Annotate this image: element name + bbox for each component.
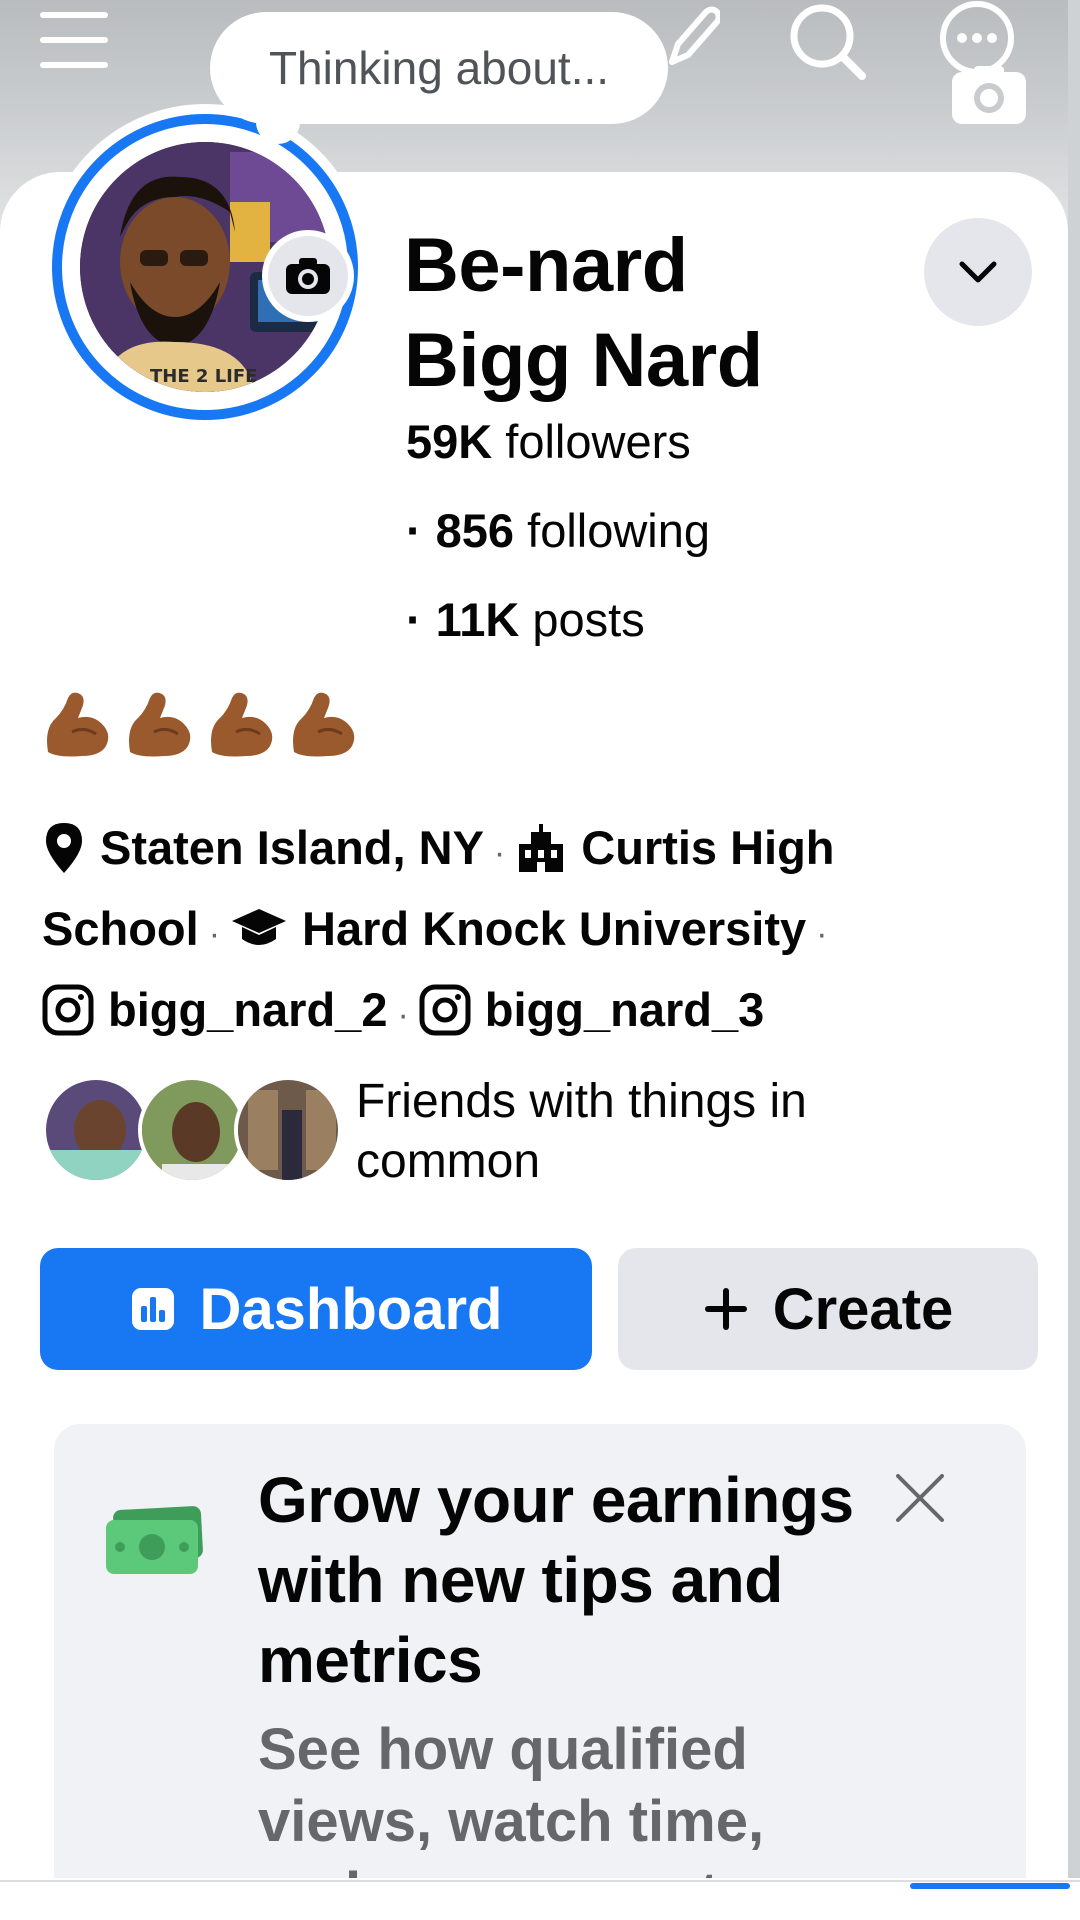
following-value: 856: [435, 504, 515, 557]
posts-count[interactable]: · 11K posts: [406, 592, 645, 648]
followers-count[interactable]: 59K followers: [406, 414, 691, 470]
dashboard-label: Dashboard: [199, 1276, 503, 1342]
divider: [0, 1880, 1080, 1882]
school-building-icon: [519, 823, 564, 872]
flexed-biceps-icon: [293, 692, 355, 757]
bullet: ·: [406, 504, 422, 557]
camera-icon: [286, 258, 330, 294]
details-line-2: School · Hard Knock University ·: [42, 891, 1022, 972]
dashboard-bars-icon: [131, 1288, 174, 1330]
status-prompt-text: Thinking about...: [268, 42, 610, 94]
plus-icon: [704, 1288, 747, 1330]
pencil-icon[interactable]: [664, 4, 720, 70]
high-school-text-part-2[interactable]: School: [42, 902, 199, 955]
status-prompt-bubble[interactable]: Thinking about...: [210, 12, 668, 124]
instagram-handle-2[interactable]: bigg_nard_3: [485, 983, 764, 1036]
separator: ·: [816, 915, 828, 953]
avatar-camera-button[interactable]: [262, 230, 354, 322]
profile-details: Staten Island, NY · Curtis High School · Har…: [42, 810, 1022, 1053]
graduation-cap-icon: [232, 908, 287, 945]
followers-label: followers: [505, 415, 691, 468]
friend-avatar: [138, 1076, 246, 1184]
following-count[interactable]: · 856 following: [406, 503, 710, 559]
bullet: ·: [406, 593, 422, 646]
profile-name: Be-nard Bigg Nard: [404, 218, 763, 408]
menu-icon[interactable]: [40, 12, 108, 72]
posts-label: posts: [532, 593, 645, 646]
create-label: Create: [772, 1276, 954, 1342]
instagram-icon: [419, 984, 471, 1036]
flexed-biceps-icon: [129, 692, 191, 757]
posts-value: 11K: [435, 593, 520, 646]
followers-value: 59K: [406, 415, 493, 468]
instagram-handle-1[interactable]: bigg_nard_2: [108, 983, 387, 1036]
create-button[interactable]: Create: [618, 1248, 1038, 1370]
university-text[interactable]: Hard Knock University: [302, 902, 806, 955]
profile-name-line-1: Be-nard: [404, 223, 688, 308]
instagram-icon: [42, 984, 94, 1036]
friends-in-common[interactable]: Friends with things in common: [42, 1072, 1042, 1188]
separator: ·: [397, 996, 409, 1034]
chevron-down-icon: [959, 261, 997, 283]
profile-name-line-2: Bigg Nard: [404, 318, 763, 403]
active-tab-indicator: [910, 1883, 1070, 1889]
close-icon[interactable]: [894, 1472, 946, 1524]
scroll-edge: [1068, 0, 1080, 1920]
flexed-biceps-icon: [211, 692, 273, 757]
svg-text:THE 2 LIFE: THE 2 LIFE: [150, 366, 257, 387]
search-icon[interactable]: [786, 0, 870, 84]
earnings-tips-card[interactable]: Grow your earnings with new tips and met…: [54, 1424, 1026, 1920]
details-line-1: Staten Island, NY · Curtis High: [42, 810, 1022, 891]
separator: ·: [493, 834, 506, 872]
location-pin-icon: [46, 822, 82, 873]
flexed-biceps-icon: [47, 692, 109, 757]
friend-avatar: [234, 1076, 342, 1184]
dashboard-button[interactable]: Dashboard: [40, 1248, 592, 1370]
friends-text: Friends with things in common: [356, 1075, 807, 1188]
card-title: Grow your earnings with new tips and met…: [258, 1464, 854, 1696]
bio-emoji: [42, 688, 360, 760]
high-school-text-part-1[interactable]: Curtis High: [581, 821, 834, 874]
location-text[interactable]: Staten Island, NY: [100, 821, 484, 874]
profile-options-button[interactable]: [924, 218, 1032, 326]
separator: ·: [208, 915, 221, 953]
camera-icon[interactable]: [950, 64, 1028, 126]
following-label: following: [527, 504, 711, 557]
money-icon: [106, 1506, 203, 1574]
friend-avatar: [42, 1076, 150, 1184]
details-line-3: bigg_nard_2 · bigg_nard_3: [42, 972, 1022, 1053]
